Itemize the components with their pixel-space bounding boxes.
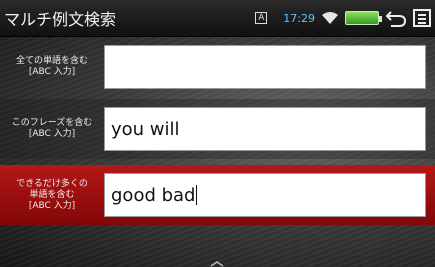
all-words-input[interactable]	[104, 45, 426, 89]
field-row-all-words: 全ての単語を含む [ABC 入力]	[0, 37, 435, 97]
label-text: 単語を含む	[29, 189, 75, 200]
field-label-phrase: このフレーズを含む [ABC 入力]	[0, 99, 104, 159]
label-text: できるだけ多くの	[16, 178, 88, 189]
field-row-phrase: このフレーズを含む [ABC 入力] you will	[0, 99, 435, 159]
chevron-up-icon[interactable]	[210, 261, 224, 267]
field-label-all-words: 全ての単語を含む [ABC 入力]	[0, 37, 104, 97]
phrase-input-value: you will	[111, 118, 180, 140]
wifi-icon	[322, 12, 338, 24]
input-mode-text: [ABC 入力]	[28, 129, 76, 139]
label-text: 全ての単語を含む	[15, 56, 88, 66]
battery-icon	[345, 11, 382, 25]
menu-icon[interactable]	[413, 9, 431, 27]
field-row-any-words: できるだけ多くの 単語を含む [ABC 入力] good bad	[0, 165, 435, 225]
app-title: マルチ例文検索	[4, 10, 117, 29]
field-label-any-words: できるだけ多くの 単語を含む [ABC 入力]	[0, 165, 104, 225]
input-mode-text: [ABC 入力]	[28, 200, 76, 211]
status-time: 17:29	[283, 11, 315, 25]
any-words-input[interactable]: good bad	[104, 173, 426, 217]
back-icon[interactable]	[385, 8, 407, 28]
any-words-input-value: good bad	[111, 184, 196, 206]
status-icons: A 17:29	[255, 6, 431, 30]
keyboard-mode-icon: A	[255, 12, 268, 24]
title-bar: マルチ例文検索 A 17:29	[0, 0, 435, 37]
input-mode-text: [ABC 入力]	[28, 67, 76, 77]
text-cursor	[196, 185, 198, 205]
search-form: 全ての単語を含む [ABC 入力] このフレーズを含む [ABC 入力] you…	[0, 37, 435, 267]
label-text: このフレーズを含む	[11, 118, 93, 128]
phrase-input[interactable]: you will	[104, 107, 426, 151]
